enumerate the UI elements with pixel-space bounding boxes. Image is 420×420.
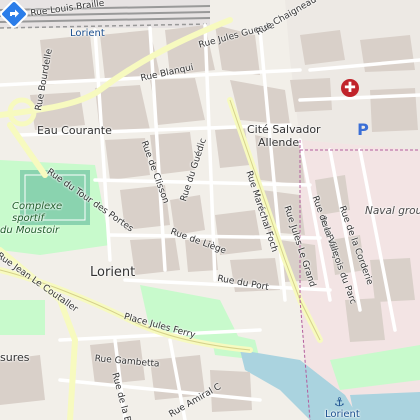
direction-pin-icon[interactable] bbox=[0, 0, 28, 28]
place-lorient-bottom: Lorient bbox=[325, 409, 360, 420]
hospital-icon[interactable]: ✚ bbox=[341, 79, 359, 97]
city-label-top: Lorient bbox=[70, 28, 105, 39]
place-cite-salvador-1: Cité Salvador bbox=[247, 123, 321, 136]
city-label-center: Lorient bbox=[90, 265, 136, 280]
place-naval: Naval grou bbox=[365, 205, 420, 217]
place-complexe-2: sportif bbox=[12, 213, 45, 224]
place-eau-courante: Eau Courante bbox=[37, 124, 112, 137]
harbour-water-east bbox=[350, 392, 420, 420]
parking-icon[interactable]: P bbox=[354, 121, 372, 139]
map-canvas bbox=[0, 0, 420, 420]
place-complexe-3: du Moustoir bbox=[0, 225, 60, 236]
map[interactable]: ✚ P ⚓ Lorient Eau Courante Cité Salvador… bbox=[0, 0, 420, 420]
place-sures: sures bbox=[0, 351, 30, 364]
place-cite-salvador-2: Allende bbox=[258, 136, 300, 149]
place-complexe-1: Complexe bbox=[12, 201, 63, 212]
anchor-icon[interactable]: ⚓ bbox=[334, 396, 346, 408]
